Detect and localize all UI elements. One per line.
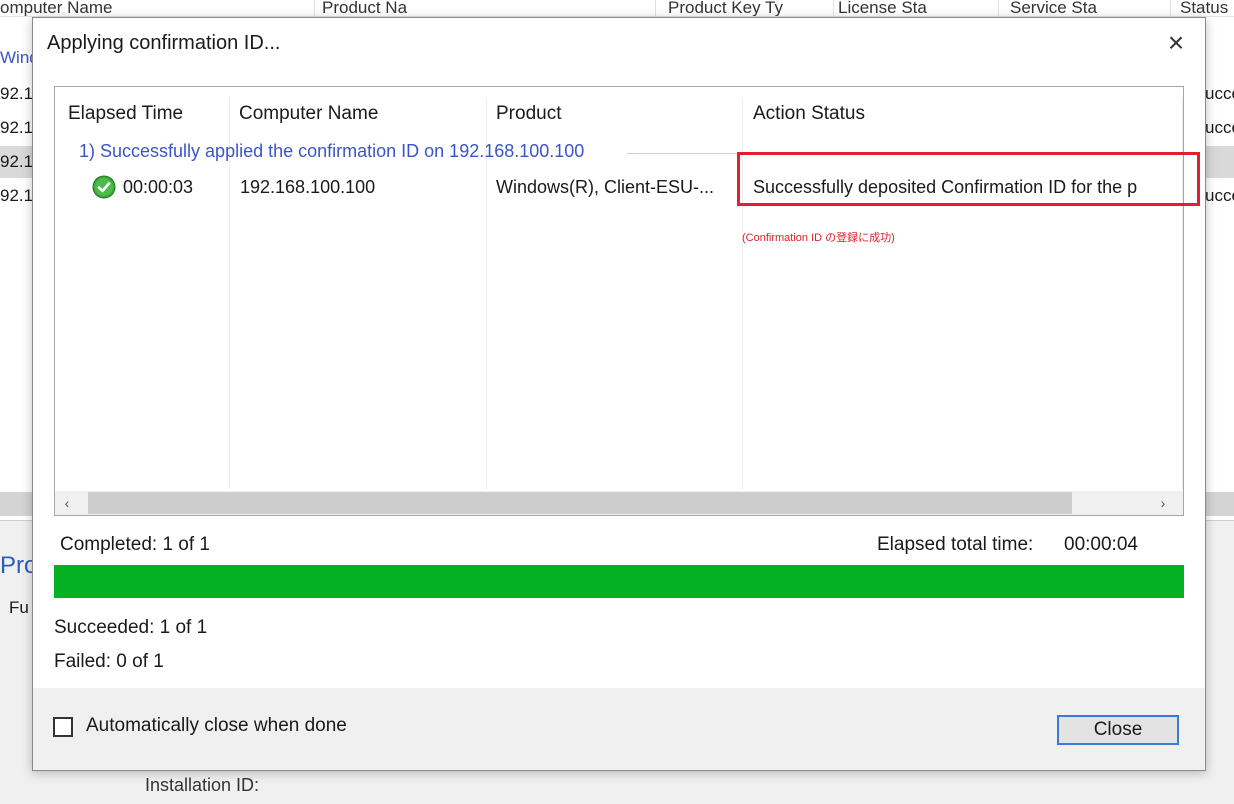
group-header[interactable]: 1) Successfully applied the confirmation… <box>79 141 584 162</box>
bg-column-label: omputer Name <box>0 0 113 16</box>
scroll-right-icon[interactable]: › <box>1151 491 1175 515</box>
bg-section-title: Pro <box>0 552 32 579</box>
bg-status-cell-selected <box>1205 146 1234 178</box>
row-computer-name: 192.168.100.100 <box>240 177 376 197</box>
bg-scrollbar[interactable] <box>1205 492 1234 516</box>
succeeded-count: Succeeded: 1 of 1 <box>54 617 208 638</box>
highlight-annotation-box <box>737 152 1200 206</box>
bg-column-status[interactable]: Status <box>1180 0 1234 16</box>
bg-list-row[interactable]: 92.16 <box>0 78 32 110</box>
horizontal-scrollbar[interactable]: ‹ › <box>55 491 1183 515</box>
column-action-status[interactable]: Action Status <box>753 103 865 125</box>
bg-column-product-key-type[interactable]: Product Key Ty <box>668 0 834 16</box>
row-elapsed-time: 00:00:03 <box>123 177 194 197</box>
auto-close-label[interactable]: Automatically close when done <box>86 715 347 737</box>
bg-column-label: Service Sta <box>1010 0 1097 16</box>
bg-list-row-selected[interactable]: 92.16 <box>0 146 32 178</box>
bg-column-license-status[interactable]: License Sta <box>838 0 999 16</box>
scrollbar-thumb[interactable] <box>88 492 1072 514</box>
column-elapsed-time[interactable]: Elapsed Time <box>68 103 183 125</box>
applying-confirmation-dialog: Applying confirmation ID... × Elapsed Ti… <box>32 17 1206 771</box>
row-product: Windows(R), Client-ESU-... <box>496 177 715 197</box>
elapsed-total-label: Elapsed total time: <box>877 534 1034 555</box>
bg-list-row[interactable]: 92.16 <box>0 180 32 212</box>
annotation-note: (Confirmation ID の登録に成功) <box>742 232 895 244</box>
bg-scrollbar[interactable] <box>0 492 32 516</box>
bg-column-label: Product Key Ty <box>668 0 783 16</box>
results-grid: Elapsed Time Computer Name Product Actio… <box>54 86 1184 516</box>
installation-id-label: Installation ID: <box>145 775 260 795</box>
progress-bar-fill <box>54 565 1184 598</box>
bg-column-product-name[interactable]: Product Na <box>322 0 656 16</box>
dialog-footer: Automatically close when done Close <box>33 688 1205 770</box>
close-button[interactable]: Close <box>1057 715 1179 745</box>
bg-column-label: License Sta <box>838 0 927 16</box>
bg-group-row[interactable]: Wind <box>0 42 32 74</box>
progress-bar <box>54 565 1184 598</box>
bg-column-computer-name[interactable]: omputer Name <box>0 0 315 16</box>
scroll-left-icon[interactable]: ‹ <box>55 491 79 515</box>
column-product[interactable]: Product <box>496 103 561 125</box>
failed-count: Failed: 0 of 1 <box>54 651 164 672</box>
bg-status-cell: ucces <box>1205 84 1234 103</box>
bg-status-cell: ucces <box>1205 186 1234 205</box>
bg-column-label: Status <box>1180 0 1229 16</box>
bg-section-label: Fu <box>9 598 29 617</box>
bg-status-cell: ucces <box>1205 118 1234 137</box>
bg-column-service-status[interactable]: Service Sta <box>1010 0 1171 16</box>
dialog-title: Applying confirmation ID... <box>47 32 281 54</box>
close-icon[interactable]: × <box>1161 28 1191 58</box>
auto-close-checkbox[interactable] <box>53 717 73 737</box>
bg-column-label: Product Na <box>322 0 408 16</box>
background-list-header: omputer Name ^ Product Na Product Key Ty… <box>0 0 1234 17</box>
check-circle-icon <box>92 175 116 199</box>
elapsed-total-value: 00:00:04 <box>1064 534 1138 555</box>
completed-count: Completed: 1 of 1 <box>60 534 210 555</box>
column-computer-name[interactable]: Computer Name <box>239 103 378 125</box>
bg-list-row[interactable]: 92.16 <box>0 112 32 144</box>
sort-arrow-icon: ^ <box>136 0 141 4</box>
